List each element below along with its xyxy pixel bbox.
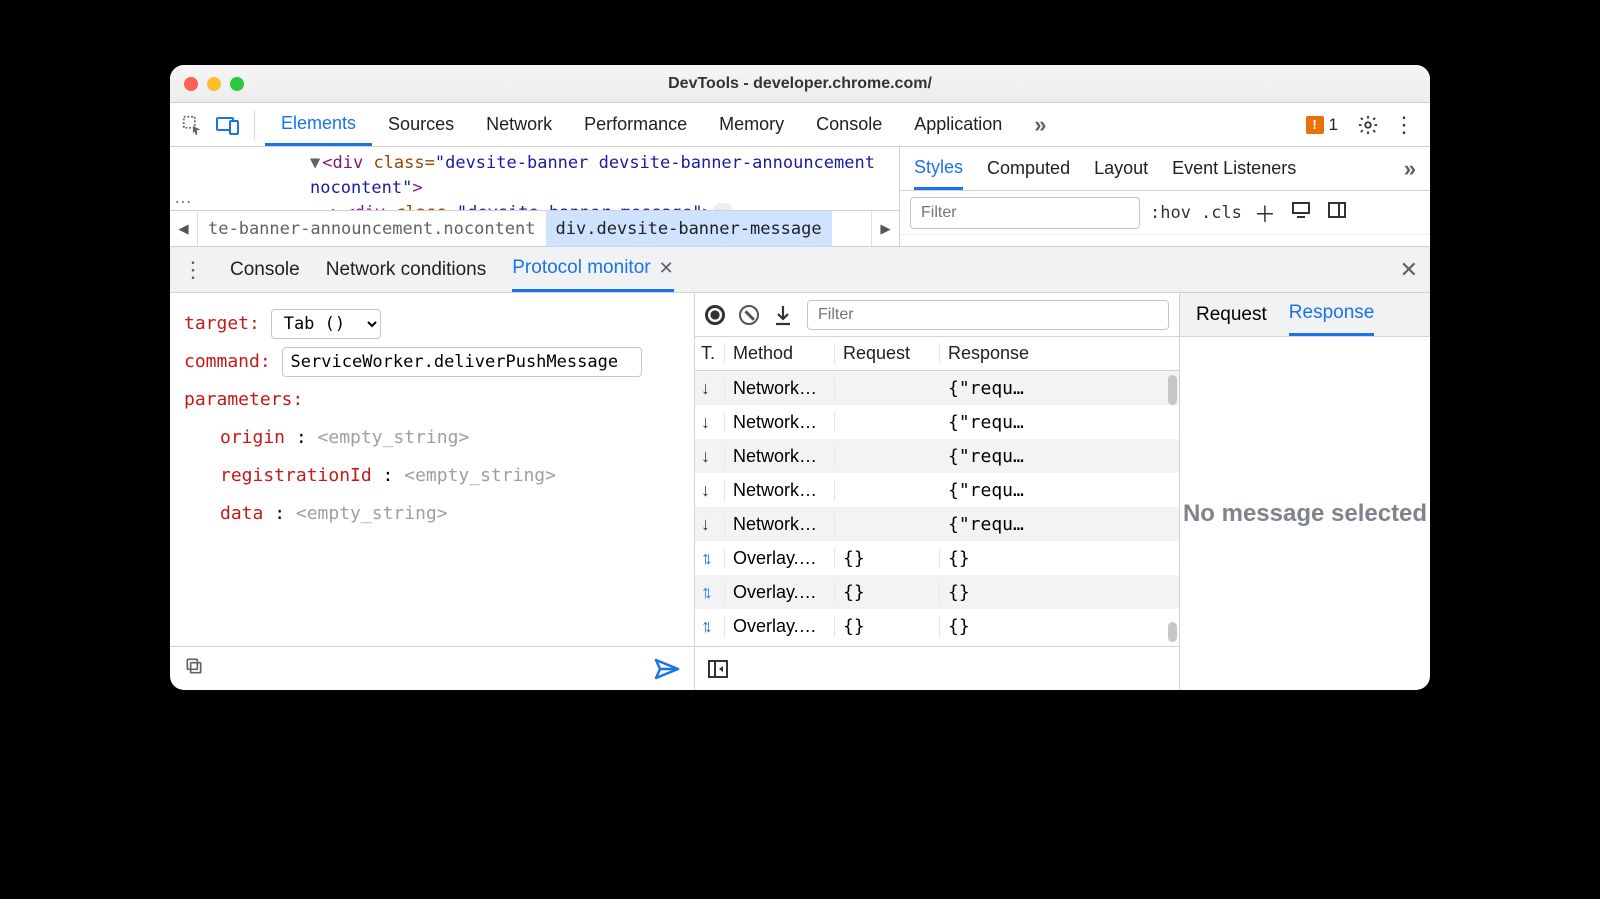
- cls-toggle[interactable]: .cls: [1201, 203, 1242, 223]
- toggle-sidebar-icon[interactable]: [1324, 201, 1350, 224]
- new-style-rule-icon[interactable]: ＋: [1252, 197, 1278, 229]
- param-origin-label: origin: [220, 427, 285, 448]
- styles-filter-input[interactable]: [910, 197, 1140, 229]
- table-body[interactable]: ↓Network…{"requ…↓Network…{"requ…↓Network…: [695, 371, 1179, 646]
- window-title: DevTools - developer.chrome.com/: [170, 75, 1430, 93]
- traffic-lights: [184, 77, 244, 91]
- devtools-window: DevTools - developer.chrome.com/ Element…: [170, 65, 1430, 690]
- styles-tabs: Styles Computed Layout Event Listeners »: [900, 147, 1430, 191]
- warning-icon: !: [1306, 116, 1324, 134]
- styles-tab-computed[interactable]: Computed: [987, 158, 1070, 179]
- styles-pane: Styles Computed Layout Event Listeners »…: [900, 147, 1430, 246]
- drawer-tab-network-conditions[interactable]: Network conditions: [326, 247, 487, 292]
- response-empty-message: No message selected: [1180, 337, 1430, 690]
- titlebar: DevTools - developer.chrome.com/: [170, 65, 1430, 103]
- breadcrumb-scroll-left[interactable]: ◀: [170, 211, 198, 246]
- elements-panel: ▼<div class="devsite-banner devsite-bann…: [170, 147, 1430, 247]
- table-row[interactable]: ↑↓Overlay.…{}{}: [695, 575, 1179, 609]
- record-icon[interactable]: [705, 305, 725, 325]
- device-toolbar-icon[interactable]: [212, 109, 244, 141]
- styles-tab-layout[interactable]: Layout: [1094, 158, 1148, 179]
- table-row[interactable]: ↓Network…{"requ…: [695, 439, 1179, 473]
- col-type[interactable]: T.: [695, 343, 725, 364]
- minimize-window-button[interactable]: [207, 77, 221, 91]
- protocol-toolbar: [695, 293, 1179, 337]
- tabs-overflow[interactable]: »: [1018, 103, 1062, 146]
- table-row[interactable]: ↓Network…{"requ…: [695, 371, 1179, 405]
- close-window-button[interactable]: [184, 77, 198, 91]
- param-data-label: data: [220, 503, 263, 524]
- close-drawer-icon[interactable]: ✕: [1400, 257, 1418, 283]
- target-select[interactable]: Tab (): [271, 309, 381, 339]
- col-request[interactable]: Request: [835, 343, 940, 364]
- request-tab[interactable]: Request: [1196, 304, 1267, 326]
- parameters-label: parameters:: [184, 389, 303, 410]
- breadcrumb-scroll-right[interactable]: ▶: [871, 211, 899, 246]
- param-data-value[interactable]: <empty_string>: [296, 503, 448, 524]
- main-tabs: Elements Sources Network Performance Mem…: [265, 103, 1302, 146]
- tab-elements[interactable]: Elements: [265, 103, 372, 146]
- styles-tab-eventlisteners[interactable]: Event Listeners: [1172, 158, 1296, 179]
- response-tab[interactable]: Response: [1289, 293, 1375, 336]
- close-tab-icon[interactable]: ✕: [659, 258, 674, 279]
- target-label: target:: [184, 313, 260, 334]
- hov-toggle[interactable]: :hov: [1150, 203, 1191, 223]
- tab-sources[interactable]: Sources: [372, 103, 470, 146]
- param-registrationid-value[interactable]: <empty_string>: [404, 465, 556, 486]
- table-row[interactable]: ↑↓Overlay.…{}{}: [695, 609, 1179, 643]
- command-label: command:: [184, 351, 271, 372]
- tab-application[interactable]: Application: [898, 103, 1018, 146]
- table-header: T. Method Request Response: [695, 337, 1179, 371]
- col-method[interactable]: Method: [725, 343, 835, 364]
- issues-count: 1: [1329, 115, 1338, 135]
- settings-gear-icon[interactable]: [1352, 109, 1384, 141]
- styles-toolbar: :hov .cls ＋: [900, 191, 1430, 235]
- table-row[interactable]: ↓Network…{"requ…: [695, 507, 1179, 541]
- send-icon[interactable]: [654, 657, 680, 681]
- tab-performance[interactable]: Performance: [568, 103, 703, 146]
- more-menu-icon[interactable]: ⋮: [1388, 109, 1420, 141]
- col-response[interactable]: Response: [940, 343, 1179, 364]
- drawer-tabbar: ⋮ Console Network conditions Protocol mo…: [170, 247, 1430, 293]
- scrollbar-thumb[interactable]: [1168, 375, 1177, 405]
- table-row[interactable]: ↑↓Overlay.…{}{}: [695, 541, 1179, 575]
- dom-tree-pane: ▼<div class="devsite-banner devsite-bann…: [170, 147, 900, 246]
- protocol-footer: [695, 646, 1179, 690]
- download-icon[interactable]: [773, 304, 793, 326]
- tab-network[interactable]: Network: [470, 103, 568, 146]
- response-tabs: Request Response: [1180, 293, 1430, 337]
- protocol-monitor-panel: target: Tab () command: parameters: orig…: [170, 293, 1430, 690]
- styles-tab-styles[interactable]: Styles: [914, 147, 963, 190]
- main-tabbar: Elements Sources Network Performance Mem…: [170, 103, 1430, 147]
- command-footer: [170, 646, 694, 690]
- command-editor: target: Tab () command: parameters: orig…: [170, 293, 695, 690]
- drawer-tab-console[interactable]: Console: [230, 247, 300, 292]
- breadcrumb-item[interactable]: te-banner-announcement.nocontent: [198, 211, 546, 246]
- protocol-filter-input[interactable]: [807, 300, 1169, 330]
- param-registrationid-label: registrationId: [220, 465, 372, 486]
- inspect-element-icon[interactable]: [176, 109, 208, 141]
- styles-tabs-overflow[interactable]: »: [1404, 156, 1416, 182]
- tab-console[interactable]: Console: [800, 103, 898, 146]
- breadcrumbs: ◀ te-banner-announcement.nocontent div.d…: [170, 210, 899, 246]
- clear-icon[interactable]: [739, 305, 759, 325]
- dom-tree[interactable]: ▼<div class="devsite-banner devsite-bann…: [170, 147, 899, 210]
- truncation-icon: …: [174, 187, 193, 208]
- table-row[interactable]: ↓Network…{"requ…: [695, 405, 1179, 439]
- issues-badge[interactable]: ! 1: [1306, 115, 1338, 135]
- computed-styles-icon[interactable]: [1288, 201, 1314, 224]
- scrollbar-thumb[interactable]: [1168, 622, 1177, 642]
- protocol-table-pane: T. Method Request Response ↓Network…{"re…: [695, 293, 1180, 690]
- collapse-sidebar-icon[interactable]: [707, 659, 729, 679]
- zoom-window-button[interactable]: [230, 77, 244, 91]
- breadcrumb-item-selected[interactable]: div.devsite-banner-message: [546, 211, 832, 246]
- drawer-more-icon[interactable]: ⋮: [182, 257, 204, 283]
- response-pane: Request Response No message selected: [1180, 293, 1430, 690]
- drawer-tab-protocol-monitor[interactable]: Protocol monitor ✕: [512, 247, 673, 292]
- tab-memory[interactable]: Memory: [703, 103, 800, 146]
- param-origin-value[interactable]: <empty_string>: [318, 427, 470, 448]
- table-row[interactable]: ↓Network…{"requ…: [695, 473, 1179, 507]
- command-input[interactable]: [282, 347, 642, 377]
- copy-icon[interactable]: [184, 656, 204, 681]
